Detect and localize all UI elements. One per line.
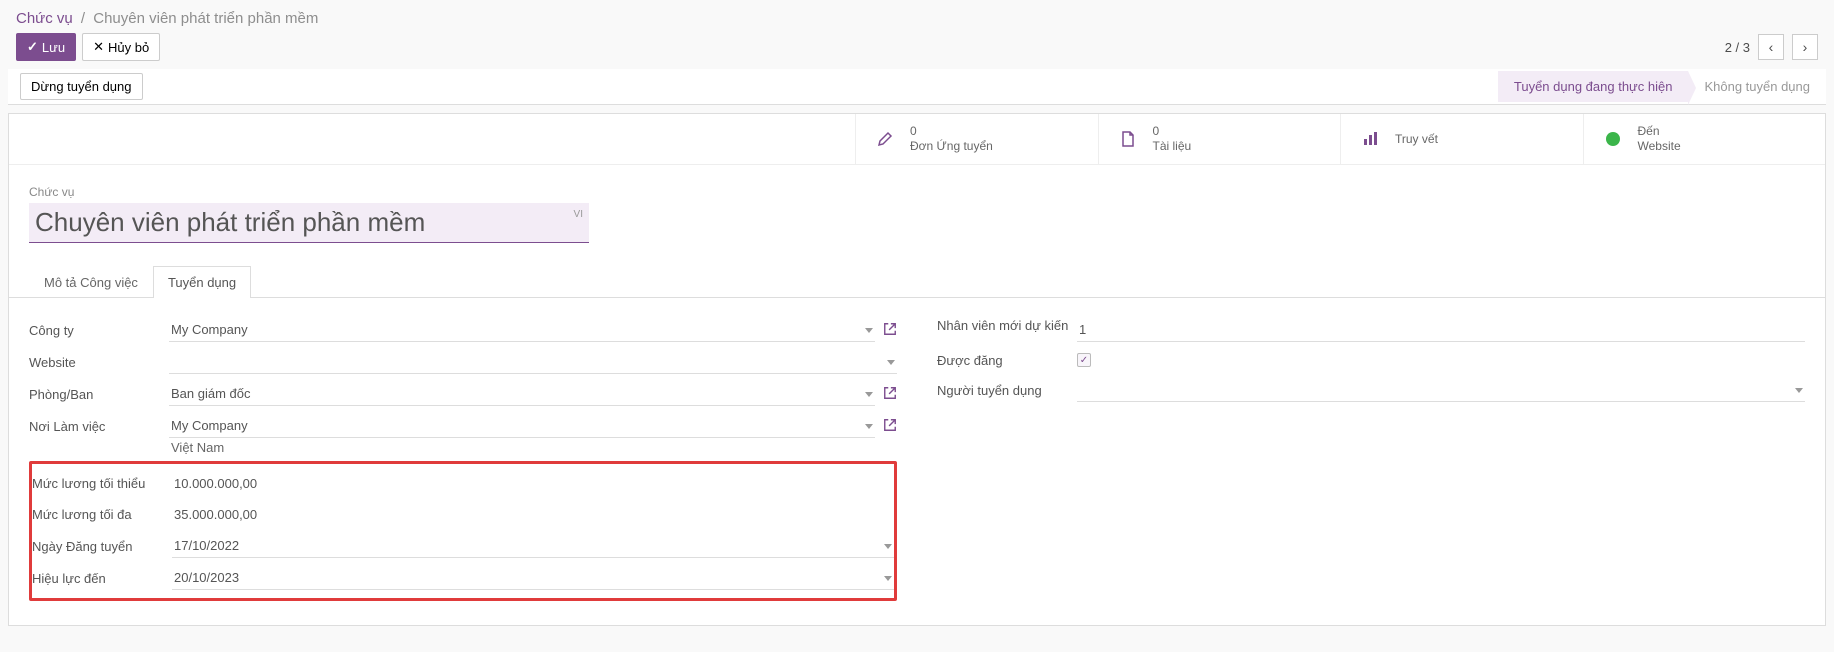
- max-salary-label: Mức lương tối đa: [32, 507, 172, 522]
- stat-trace-label: Truy vết: [1395, 132, 1438, 147]
- chevron-right-icon: ›: [1803, 39, 1808, 55]
- title-label: Chức vụ: [29, 185, 1805, 199]
- left-column: Công ty Website Phòng/Ban: [29, 314, 897, 601]
- valid-to-field: Hiệu lực đến: [32, 562, 894, 594]
- status-stage-inactive[interactable]: Không tuyển dụng: [1688, 71, 1826, 102]
- stat-row: 0 Đơn Ứng tuyển 0 Tài liệu Truy vết: [9, 114, 1825, 165]
- tab-recruitment[interactable]: Tuyển dụng: [153, 266, 251, 298]
- published-label: Được đăng: [937, 353, 1077, 368]
- pager: 2 / 3 ‹ ›: [1725, 34, 1818, 60]
- post-date-input[interactable]: [172, 534, 894, 558]
- company-label: Công ty: [29, 323, 169, 338]
- expected-field: Nhân viên mới dự kiến: [937, 314, 1805, 346]
- stat-website[interactable]: Đến Website: [1583, 114, 1826, 164]
- department-input[interactable]: [169, 382, 875, 406]
- breadcrumb-root[interactable]: Chức vụ: [16, 10, 73, 27]
- save-button[interactable]: ✓ Lưu: [16, 33, 76, 61]
- min-salary-label: Mức lương tối thiểu: [32, 476, 172, 491]
- published-field: Được đăng ✓: [937, 346, 1805, 374]
- department-field: Phòng/Ban: [29, 378, 897, 410]
- job-title-input[interactable]: [29, 203, 589, 243]
- location-input[interactable]: [169, 414, 875, 438]
- recruiter-label: Người tuyển dụng: [937, 383, 1077, 398]
- pager-prev-button[interactable]: ‹: [1758, 34, 1784, 60]
- discard-button[interactable]: ✕ Hủy bỏ: [82, 33, 160, 61]
- valid-to-input[interactable]: [172, 566, 894, 590]
- status-stage-active[interactable]: Tuyển dụng đang thực hiện: [1498, 71, 1689, 102]
- stat-spacer: [9, 114, 855, 164]
- min-salary-field: Mức lương tối thiểu: [32, 468, 894, 499]
- recruiter-field: Người tuyển dụng: [937, 374, 1805, 406]
- valid-to-label: Hiệu lực đến: [32, 571, 172, 586]
- stat-website-label2: Website: [1638, 139, 1681, 154]
- check-icon: ✓: [27, 39, 38, 55]
- website-label: Website: [29, 355, 169, 370]
- post-date-label: Ngày Đăng tuyển: [32, 539, 172, 554]
- status-bar: Dừng tuyển dụng Tuyển dụng đang thực hiệ…: [8, 69, 1826, 105]
- breadcrumb-sep: /: [77, 10, 89, 27]
- document-icon: [1119, 130, 1137, 148]
- published-checkbox[interactable]: ✓: [1077, 353, 1091, 367]
- bar-chart-icon: [1361, 130, 1379, 148]
- recruiter-input[interactable]: [1077, 378, 1805, 402]
- pager-text: 2 / 3: [1725, 40, 1750, 55]
- min-salary-input[interactable]: [172, 472, 894, 495]
- breadcrumb-current: Chuyên viên phát triển phần mềm: [93, 10, 318, 27]
- form-sheet: 0 Đơn Ứng tuyển 0 Tài liệu Truy vết: [8, 113, 1826, 626]
- tabs: Mô tả Công việc Tuyển dụng: [9, 265, 1825, 298]
- highlight-box: Mức lương tối thiểu Mức lương tối đa Ngà…: [29, 461, 897, 601]
- right-column: Nhân viên mới dự kiến Được đăng ✓ Người …: [937, 314, 1805, 601]
- stop-recruit-button[interactable]: Dừng tuyển dụng: [20, 73, 143, 100]
- stat-app-count: 0: [910, 124, 993, 139]
- lang-badge[interactable]: VI: [574, 209, 583, 220]
- external-link-icon[interactable]: [883, 322, 897, 339]
- location-country: Việt Nam: [29, 440, 897, 455]
- company-input[interactable]: [169, 318, 875, 342]
- external-link-icon[interactable]: [883, 386, 897, 403]
- company-field: Công ty: [29, 314, 897, 346]
- external-link-icon[interactable]: [883, 418, 897, 435]
- expected-input[interactable]: [1077, 318, 1805, 342]
- pager-next-button[interactable]: ›: [1792, 34, 1818, 60]
- toolbar: ✓ Lưu ✕ Hủy bỏ 2 / 3 ‹ ›: [0, 33, 1834, 69]
- max-salary-field: Mức lương tối đa: [32, 499, 894, 530]
- chevron-left-icon: ‹: [1769, 39, 1774, 55]
- save-label: Lưu: [42, 40, 65, 55]
- check-icon: ✓: [1080, 355, 1088, 366]
- stat-trace[interactable]: Truy vết: [1340, 114, 1583, 164]
- location-label: Nơi Làm việc: [29, 419, 169, 434]
- pencil-icon: [876, 130, 894, 148]
- post-date-field: Ngày Đăng tuyển: [32, 530, 894, 562]
- breadcrumb: Chức vụ / Chuyên viên phát triển phần mề…: [0, 0, 1834, 33]
- expected-label: Nhân viên mới dự kiến: [937, 318, 1077, 335]
- max-salary-input[interactable]: [172, 503, 894, 526]
- location-field: Nơi Làm việc: [29, 410, 897, 442]
- title-area: Chức vụ VI: [9, 165, 1825, 251]
- discard-label: Hủy bỏ: [108, 40, 149, 55]
- stat-website-label1: Đến: [1638, 124, 1681, 139]
- department-label: Phòng/Ban: [29, 387, 169, 402]
- website-field: Website: [29, 346, 897, 378]
- stat-applications[interactable]: 0 Đơn Ứng tuyển: [855, 114, 1098, 164]
- stat-doc-label: Tài liệu: [1153, 139, 1192, 154]
- stat-app-label: Đơn Ứng tuyển: [910, 139, 993, 154]
- tab-description[interactable]: Mô tả Công việc: [29, 266, 153, 298]
- website-input[interactable]: [169, 350, 897, 374]
- form-body: Công ty Website Phòng/Ban: [9, 298, 1825, 625]
- stat-documents[interactable]: 0 Tài liệu: [1098, 114, 1341, 164]
- close-icon: ✕: [93, 39, 104, 55]
- stat-doc-count: 0: [1153, 124, 1192, 139]
- globe-icon: [1604, 130, 1622, 148]
